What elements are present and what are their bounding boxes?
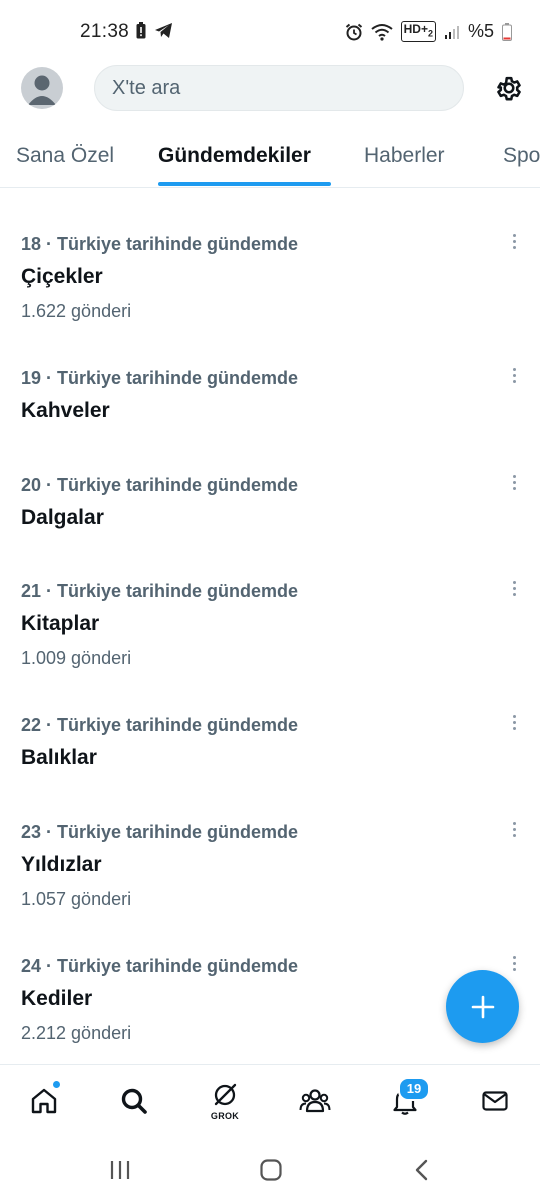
trend-meta: 24 · Türkiye tarihinde gündemde <box>21 956 299 976</box>
gear-icon <box>497 76 521 101</box>
tab-for-you[interactable]: Sana Özel <box>16 144 114 168</box>
x-explore-screen: 21:38 HD+2 %5 X'te ara Sana Özel Gündemd… <box>0 0 540 1200</box>
more-options-button[interactable] <box>502 573 526 603</box>
more-options-button[interactable] <box>502 467 526 497</box>
avatar[interactable] <box>21 67 63 109</box>
notifications-badge: 19 <box>398 1077 430 1101</box>
plus-icon <box>471 995 494 1018</box>
status-time: 21:38 <box>80 21 130 42</box>
search-header <box>0 62 540 118</box>
nav-grok[interactable]: GROK <box>205 1081 245 1121</box>
more-options-button[interactable] <box>502 814 526 844</box>
network-label: HD+ <box>403 22 428 37</box>
trend-title: Dalgalar <box>21 506 104 529</box>
nav-messages[interactable] <box>475 1081 515 1121</box>
trend-meta: 23 · Türkiye tarihinde gündemde <box>21 822 299 842</box>
sim-index: 2 <box>427 28 433 39</box>
tab-sports[interactable]: Spor <box>503 144 540 168</box>
bottom-navigation: GROK 19 <box>0 1064 540 1138</box>
messages-icon <box>482 1091 508 1111</box>
trend-meta: 18 · Türkiye tarihinde gündemde <box>21 234 299 254</box>
settings-button[interactable] <box>493 72 525 104</box>
nav-search[interactable] <box>114 1081 154 1121</box>
trend-title: Kediler <box>21 987 93 1010</box>
trend-title: Balıklar <box>21 746 97 769</box>
system-navigation-bar <box>0 1138 540 1200</box>
more-options-button[interactable] <box>502 948 526 978</box>
trend-title: Kitaplar <box>21 612 100 635</box>
home-circle-icon <box>260 1159 282 1181</box>
communities-icon <box>299 1089 331 1113</box>
trend-post-count: 2.212 gönderi <box>21 1023 132 1043</box>
more-options-button[interactable] <box>502 707 526 737</box>
status-bar: 21:38 HD+2 %5 <box>0 0 540 62</box>
home-icon <box>31 1088 57 1114</box>
tab-trending[interactable]: Gündemdekiler <box>158 144 311 168</box>
trend-meta: 19 · Türkiye tarihinde gündemde <box>21 368 299 388</box>
trend-meta: 22 · Türkiye tarihinde gündemde <box>21 715 299 735</box>
trend-meta: 21 · Türkiye tarihinde gündemde <box>21 581 299 601</box>
trend-post-count: 1.057 gönderi <box>21 889 132 909</box>
trend-title: Çiçekler <box>21 265 103 288</box>
explore-tabs: Sana Özel Gündemdekiler Haberler Spor <box>0 130 540 188</box>
alarm-icon <box>345 23 363 41</box>
hd-network-icon: HD+2 <box>400 21 436 42</box>
recent-apps-button[interactable] <box>105 1156 135 1184</box>
trend-post-count: 1.622 gönderi <box>21 301 132 321</box>
battery-alert-icon <box>136 22 146 39</box>
trends-list: 18 · Türkiye tarihinde gündemde Çiçekler… <box>0 189 540 1063</box>
wifi-icon <box>371 23 393 41</box>
trend-post-count: 1.009 gönderi <box>21 648 132 668</box>
search-icon <box>121 1088 147 1114</box>
nav-communities[interactable] <box>295 1081 335 1121</box>
search-bar[interactable] <box>94 65 464 111</box>
trend-title: Yıldızlar <box>21 853 102 876</box>
battery-percentage: %5 <box>467 21 494 41</box>
back-chevron-icon <box>415 1159 428 1181</box>
tab-news[interactable]: Haberler <box>364 144 445 168</box>
search-input[interactable] <box>95 66 463 110</box>
back-button[interactable] <box>407 1156 437 1184</box>
telegram-icon <box>154 22 173 39</box>
trend-title: Kahveler <box>21 399 110 422</box>
home-system-button[interactable] <box>256 1156 286 1184</box>
more-options-button[interactable] <box>502 226 526 256</box>
compose-post-button[interactable] <box>446 970 519 1043</box>
battery-icon <box>502 22 512 41</box>
recent-apps-icon <box>110 1161 130 1179</box>
signal-icon <box>444 24 460 40</box>
more-options-button[interactable] <box>502 360 526 390</box>
grok-label: GROK <box>210 1111 240 1121</box>
trend-meta: 20 · Türkiye tarihinde gündemde <box>21 475 299 495</box>
active-tab-indicator <box>158 182 331 186</box>
grok-icon <box>214 1083 237 1106</box>
home-new-indicator <box>52 1080 61 1089</box>
